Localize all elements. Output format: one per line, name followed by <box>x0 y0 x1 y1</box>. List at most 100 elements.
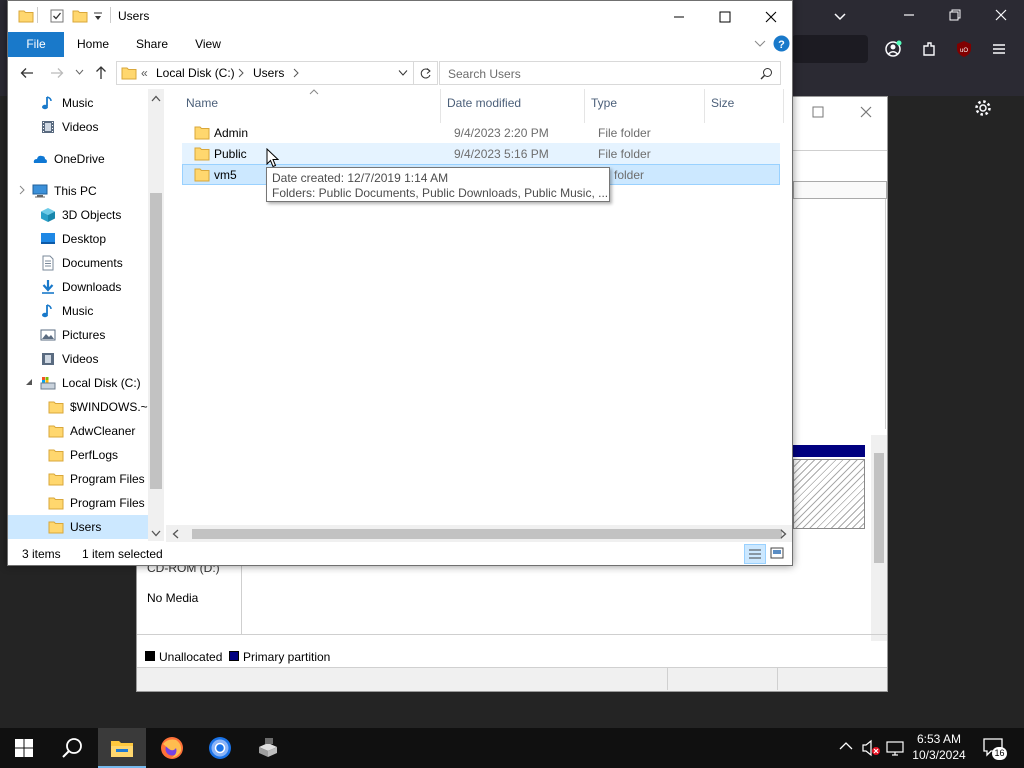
settings-gear-icon[interactable] <box>974 99 992 117</box>
system-clock[interactable]: 6:53 AM 10/3/2024 <box>905 731 973 763</box>
extensions-icon[interactable] <box>920 40 938 58</box>
scroll-down-icon[interactable] <box>151 530 161 537</box>
menu-icon[interactable] <box>991 41 1007 57</box>
nav-item-music[interactable]: Music <box>8 299 148 323</box>
dm-vscroll[interactable] <box>871 435 887 641</box>
start-button[interactable] <box>0 728 48 768</box>
clock-date: 10/3/2024 <box>912 748 966 762</box>
help-icon[interactable]: ? <box>773 35 790 52</box>
browser-minimize-icon[interactable] <box>902 8 916 22</box>
breadcrumb-local-disk[interactable]: Local Disk (C:) <box>156 66 235 80</box>
forward-arrow-icon[interactable] <box>50 66 64 80</box>
maximize-button[interactable] <box>702 1 748 32</box>
tab-home[interactable]: Home <box>70 32 116 57</box>
nav-item-adwcleaner[interactable]: AdwCleaner <box>8 419 148 443</box>
folder-icon <box>48 495 64 511</box>
taskbar-disk-management[interactable] <box>244 728 292 768</box>
file-list: Name Date modified Type Size Admin 9/4/2… <box>166 89 792 535</box>
close-button[interactable] <box>748 1 794 32</box>
dm-statusbar <box>137 667 887 691</box>
dm-maximize-icon[interactable] <box>811 105 825 119</box>
dm-column-header[interactable] <box>793 181 887 199</box>
taskbar-firefox[interactable] <box>148 728 196 768</box>
address-bar[interactable]: « Local Disk (C:) Users <box>116 61 438 85</box>
column-header-size[interactable]: Size <box>711 96 734 110</box>
breadcrumb-chevron-icon[interactable] <box>292 68 300 78</box>
browser-tab-list-icon[interactable] <box>832 8 848 24</box>
horizontal-scroll-thumb[interactable] <box>192 529 782 539</box>
nav-item-windows-bt[interactable]: $WINDOWS.~BT <box>8 395 148 419</box>
search-input[interactable]: Search Users <box>439 61 781 85</box>
minimize-button[interactable] <box>656 1 702 32</box>
nav-item-downloads[interactable]: Downloads <box>8 275 148 299</box>
taskbar-file-explorer[interactable] <box>98 728 146 768</box>
tab-view[interactable]: View <box>186 32 230 57</box>
nav-item-videos[interactable]: Videos <box>8 347 148 371</box>
account-icon[interactable] <box>884 40 902 58</box>
navigation-bar: « Local Disk (C:) Users Search Users <box>8 57 792 89</box>
nav-item-pictures[interactable]: Pictures <box>8 323 148 347</box>
column-separator[interactable] <box>440 89 441 123</box>
nav-item-users[interactable]: Users <box>8 515 148 539</box>
back-arrow-icon[interactable] <box>20 66 34 80</box>
scroll-left-icon[interactable] <box>172 529 179 539</box>
column-separator[interactable] <box>783 89 784 123</box>
network-icon[interactable] <box>886 739 904 757</box>
dm-close-icon[interactable] <box>859 105 873 119</box>
taskbar-chrome[interactable] <box>196 728 244 768</box>
drive-icon <box>40 375 56 391</box>
up-arrow-icon[interactable] <box>94 65 108 80</box>
nav-item-onedrive[interactable]: OneDrive <box>8 147 148 171</box>
browser-restore-icon[interactable] <box>948 8 962 22</box>
properties-check-icon[interactable] <box>50 9 64 23</box>
browser-url-bar[interactable] <box>792 35 868 63</box>
expand-chevron-icon[interactable] <box>18 185 26 195</box>
address-overflow[interactable]: « <box>141 66 148 80</box>
tooltip-folders: Folders: Public Documents, Public Downlo… <box>272 186 609 200</box>
explorer-titlebar[interactable]: Users <box>8 1 792 32</box>
search-button[interactable] <box>48 728 96 768</box>
collapse-chevron-icon[interactable] <box>24 377 34 387</box>
tab-file[interactable]: File <box>8 32 64 57</box>
scroll-up-icon[interactable] <box>151 95 161 102</box>
dm-partition-block[interactable] <box>793 459 865 529</box>
new-folder-icon[interactable] <box>72 9 88 23</box>
refresh-icon[interactable] <box>419 67 432 80</box>
details-view-icon[interactable] <box>744 544 766 564</box>
nav-item-3d-objects[interactable]: 3D Objects <box>8 203 148 227</box>
nav-item-this-pc[interactable]: This PC <box>8 179 148 203</box>
nav-vertical-scrollbar[interactable] <box>148 89 164 541</box>
table-row[interactable]: Admin 9/4/2023 2:20 PM File folder <box>182 122 780 143</box>
browser-close-icon[interactable] <box>994 8 1008 22</box>
nav-item-program-files[interactable]: Program Files <box>8 467 148 491</box>
nav-scroll-thumb[interactable] <box>150 193 162 489</box>
show-hidden-icons-icon[interactable] <box>839 741 853 751</box>
ublock-origin-icon[interactable]: uO <box>955 40 973 58</box>
nav-item-videos[interactable]: Videos <box>8 115 148 139</box>
action-center-icon[interactable]: 16 <box>982 737 1007 760</box>
large-icons-view-icon[interactable] <box>769 546 785 560</box>
breadcrumb-users[interactable]: Users <box>253 66 284 80</box>
nav-item-documents[interactable]: Documents <box>8 251 148 275</box>
ribbon-expand-icon[interactable] <box>754 39 766 49</box>
search-icon[interactable] <box>760 67 773 80</box>
recent-locations-icon[interactable] <box>75 68 84 76</box>
qat-dropdown-icon[interactable] <box>93 12 103 22</box>
column-separator[interactable] <box>584 89 585 123</box>
breadcrumb-chevron-icon[interactable] <box>237 68 245 78</box>
nav-item-perflogs[interactable]: PerfLogs <box>8 443 148 467</box>
this-pc-icon <box>32 183 48 199</box>
column-header-date[interactable]: Date modified <box>447 96 521 110</box>
column-separator[interactable] <box>704 89 705 123</box>
nav-item-desktop[interactable]: Desktop <box>8 227 148 251</box>
volume-muted-icon[interactable] <box>861 739 881 757</box>
column-header-name[interactable]: Name <box>186 96 218 110</box>
svg-text:?: ? <box>778 39 785 51</box>
column-header-type[interactable]: Type <box>591 96 617 110</box>
scroll-right-icon[interactable] <box>780 529 787 539</box>
nav-item-music[interactable]: Music <box>8 91 148 115</box>
nav-item-program-files-x86[interactable]: Program Files (x86) <box>8 491 148 515</box>
address-dropdown-icon[interactable] <box>398 69 408 77</box>
horizontal-scrollbar[interactable] <box>166 525 792 542</box>
tab-share[interactable]: Share <box>128 32 176 57</box>
